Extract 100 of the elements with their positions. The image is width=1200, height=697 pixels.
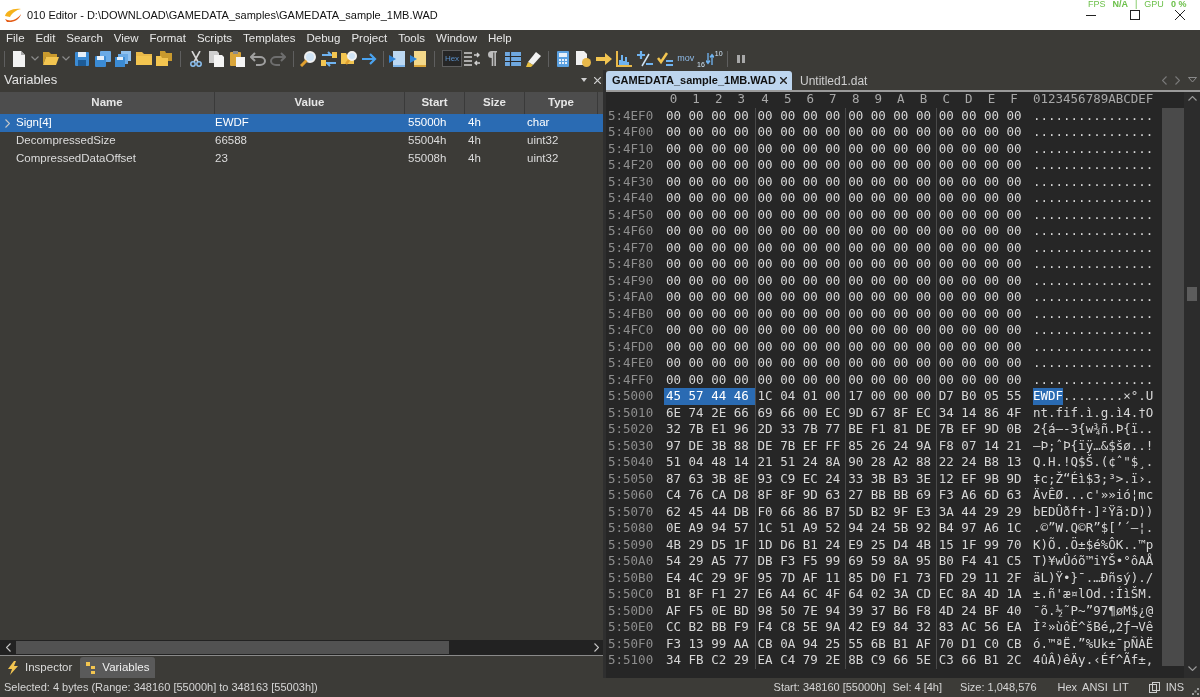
undo-icon[interactable] <box>249 51 266 66</box>
pause-icon[interactable] <box>737 54 746 63</box>
table-row[interactable]: Sign[4] EWDF 55000h 4h char <box>0 114 603 132</box>
status-mode[interactable]: INS <box>1165 679 1184 696</box>
bar-chart-icon[interactable] <box>616 50 633 67</box>
hex-bytes: 54 29 A5 77 <box>665 553 750 570</box>
folder-magnifier-icon[interactable] <box>341 51 357 66</box>
hex-bytes: 98 50 7E 94 <box>754 602 846 619</box>
ascii-text: ................ <box>1032 371 1154 388</box>
open-folder-icon[interactable] <box>42 52 59 65</box>
resize-grip-icon[interactable] <box>1192 688 1199 695</box>
ascii-text: ¯õ.½˜P~”97¶øM$¿@ <box>1032 602 1154 619</box>
status-mode[interactable]: ANSI <box>1082 679 1108 696</box>
checkmark-icon[interactable] <box>657 51 674 66</box>
menu-item[interactable]: Window <box>430 30 483 47</box>
separator-glyph: | <box>1135 0 1138 9</box>
hex-bytes: 7B EF 9D 0B <box>935 421 1027 438</box>
caret-down-icon[interactable] <box>581 78 587 82</box>
hex-bytes: 00 00 00 00 <box>754 239 846 256</box>
menu-item[interactable]: Format <box>144 30 192 47</box>
chevron-up-icon[interactable] <box>1187 96 1197 101</box>
hex-bytes: 00 00 00 00 <box>935 140 1027 157</box>
status-mode[interactable]: LIT <box>1112 679 1129 696</box>
document-arrow-icon[interactable] <box>409 50 426 67</box>
menu-item[interactable]: Debug <box>301 30 346 47</box>
address-label: 5:5050 <box>608 470 654 486</box>
ascii-text: EWDF <box>1032 388 1064 405</box>
menu-item[interactable]: Scripts <box>191 30 238 47</box>
highlighter-icon[interactable] <box>525 50 542 67</box>
floppy-stack-icon[interactable] <box>115 50 131 67</box>
lines-arrows-icon[interactable] <box>464 51 481 66</box>
maximize-icon[interactable] <box>1130 10 1140 20</box>
hex-bytes: 00 00 00 00 <box>665 173 750 190</box>
floppies-icon[interactable] <box>94 50 111 67</box>
menu-item[interactable]: Edit <box>30 30 61 47</box>
folders-icon[interactable] <box>156 51 172 66</box>
panel-tab[interactable]: Variables <box>80 657 156 678</box>
hex-bytes: 00 00 00 00 <box>935 371 1027 388</box>
document-badge-icon[interactable] <box>575 50 591 67</box>
scrollbar-thumb[interactable] <box>1187 287 1197 301</box>
hex-bytes: EA C4 79 2E <box>754 652 846 669</box>
minimize-icon[interactable] <box>1086 14 1096 16</box>
close-icon[interactable] <box>780 77 787 84</box>
hex-bytes: 00 00 00 00 <box>665 371 750 388</box>
search-icon[interactable] <box>300 50 316 67</box>
caret-icon[interactable] <box>62 56 71 61</box>
table-row[interactable]: CompressedDataOffset 23 55008h 4h uint32 <box>0 150 603 168</box>
plus-minus-icon[interactable] <box>636 50 653 67</box>
menu-item[interactable]: Templates <box>237 30 301 47</box>
clipboard-icon[interactable] <box>229 50 245 67</box>
ascii-text: ÄvÊØ...c'»»ió¦mc <box>1032 487 1154 504</box>
chevron-left-icon[interactable] <box>6 643 11 652</box>
document-arrow-icon[interactable] <box>389 50 405 67</box>
floppy-icon[interactable] <box>75 51 89 66</box>
hex-bytes: 6E 74 2E 66 <box>665 404 750 421</box>
hex-bytes: 00 00 00 00 <box>845 107 936 124</box>
hex-bytes: 00 00 00 00 <box>845 239 936 256</box>
file-tab[interactable]: GAMEDATA_sample_1MB.WAD <box>606 71 792 90</box>
hex-bytes: F3 13 99 AA <box>665 635 750 652</box>
address-label: 5:5080 <box>608 520 654 535</box>
ascii-text: ................ <box>1032 272 1154 289</box>
ascii-text: ±.ñ'æ¤lOd.:ÍìŠM. <box>1032 586 1154 603</box>
table-icon[interactable] <box>505 51 522 66</box>
pages-icon[interactable] <box>1148 682 1160 693</box>
menu-item[interactable]: Tools <box>392 30 431 47</box>
hex-bytes: 00 00 00 00 <box>754 124 846 141</box>
mov-button[interactable]: mov <box>675 51 696 66</box>
caret-icon[interactable] <box>30 56 39 61</box>
arrow-right-icon[interactable] <box>362 52 377 65</box>
replace-icon[interactable] <box>320 50 337 67</box>
arrow-right-icon[interactable] <box>595 52 612 65</box>
scrollbar-thumb[interactable] <box>16 641 449 654</box>
file-tab[interactable]: Untitled1.dat <box>792 71 874 90</box>
pilcrow-icon[interactable] <box>488 51 498 66</box>
menu-item[interactable]: View <box>108 30 144 47</box>
menu-item[interactable]: Help <box>482 30 518 47</box>
scissors-icon[interactable] <box>190 50 202 67</box>
page-icon[interactable] <box>13 50 25 67</box>
calculator-icon[interactable] <box>556 50 569 67</box>
horizontal-scrollbar[interactable] <box>0 640 603 655</box>
folder-icon[interactable] <box>135 52 152 65</box>
panel-tab[interactable]: Inspector <box>2 657 79 678</box>
copy-icon[interactable] <box>209 50 224 67</box>
hex-bytes: 00 00 00 00 <box>935 107 1027 124</box>
address-label: 5:4F40 <box>608 190 654 205</box>
column-header: 8 <box>850 90 861 109</box>
menu-item[interactable]: Search <box>60 30 109 47</box>
hex-bytes: 94 24 5B 92 <box>845 520 936 537</box>
close-icon[interactable] <box>1175 10 1185 20</box>
vertical-scrollbar[interactable] <box>1184 92 1200 678</box>
menu-item[interactable]: Project <box>345 30 393 47</box>
status-mode[interactable]: Hex <box>1057 679 1078 696</box>
chevron-down-icon[interactable] <box>1187 666 1197 671</box>
menu-item[interactable]: File <box>0 30 31 47</box>
hex-toggle-button[interactable]: Hex <box>442 50 462 67</box>
chevron-right-icon[interactable] <box>594 643 599 652</box>
caret-down-icon[interactable] <box>1188 77 1197 83</box>
hex-bytes: B4 97 A6 1C <box>935 520 1027 537</box>
table-row[interactable]: DecompressedSize 66588 55004h 4h uint32 <box>0 132 603 150</box>
hex-bytes: 00 00 00 00 <box>665 305 750 322</box>
